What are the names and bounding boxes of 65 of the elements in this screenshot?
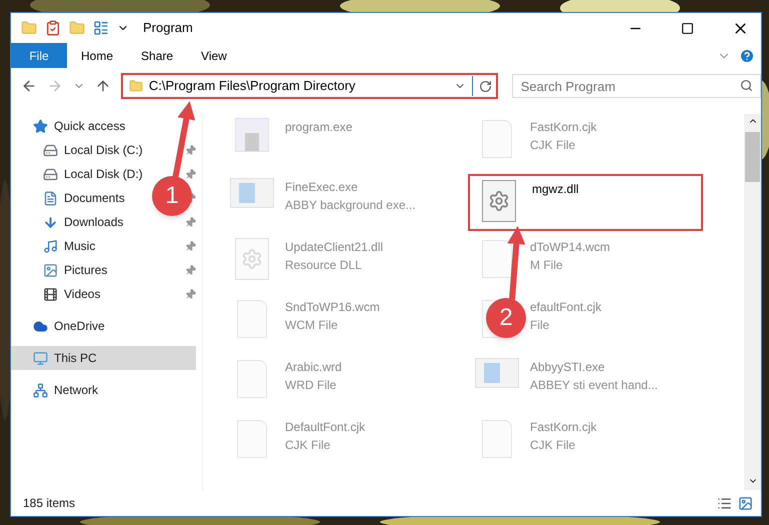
sidebar-item[interactable]: Pictures (11, 258, 112, 282)
file-icon (482, 120, 512, 158)
star-icon (33, 118, 48, 134)
file-type: ABBEY sti event hand... (530, 377, 658, 394)
sidebar-item[interactable]: Local Disk (D:) (11, 162, 147, 186)
folder-icon (128, 79, 143, 93)
file-type: File (530, 317, 550, 334)
scrollbar[interactable] (744, 114, 761, 490)
drive-icon (43, 142, 58, 158)
monitor-icon (33, 350, 48, 366)
settings-file-icon (235, 238, 269, 280)
file-type: M File (530, 257, 563, 274)
ribbon-tab[interactable]: Home (67, 43, 128, 68)
search-icon[interactable] (740, 79, 754, 92)
large-icons-view-icon[interactable] (738, 496, 753, 510)
ribbon-tab[interactable]: View (187, 43, 241, 68)
music-icon (43, 238, 58, 254)
film-icon (43, 286, 58, 302)
file-icon (237, 360, 267, 398)
sidebar-item[interactable]: OneDrive (11, 314, 109, 338)
window-icon (475, 358, 519, 388)
file-type: CJK File (530, 137, 576, 154)
file-icon (237, 300, 267, 338)
properties-icon[interactable] (45, 20, 61, 36)
sidebar-item[interactable]: Videos (11, 282, 104, 306)
file-type: CJK File (285, 437, 330, 454)
settings-file-icon (482, 180, 516, 222)
file-name[interactable]: mgwz.dll (532, 180, 579, 198)
sidebar-item[interactable]: Documents (11, 186, 129, 210)
file-type: ABBY background exe... (285, 197, 416, 214)
picture-icon (43, 262, 58, 278)
sidebar-item[interactable]: Music (11, 234, 100, 258)
sidebar-item[interactable]: Network (11, 378, 102, 402)
file-icon (482, 240, 512, 278)
refresh-icon[interactable] (478, 80, 492, 92)
window-icon (230, 178, 274, 208)
network-icon (33, 382, 48, 398)
sidebar-item[interactable]: Quick access (11, 114, 130, 138)
view-icon[interactable] (93, 20, 109, 36)
file-type: WRD File (285, 377, 336, 394)
document-icon (43, 190, 58, 206)
details-view-icon[interactable] (717, 496, 732, 510)
ribbon-tab[interactable]: Share (127, 43, 188, 68)
drive-icon (43, 166, 58, 182)
search-field[interactable]: Search Program (512, 74, 762, 98)
sidebar-item[interactable]: This PC (11, 346, 196, 370)
up-icon[interactable] (94, 78, 111, 94)
address-field[interactable]: C:\Program Files\Program Directory (120, 73, 498, 99)
file-type: WCM File (285, 317, 338, 334)
sidebar-item[interactable]: Downloads (11, 210, 128, 234)
help-icon[interactable] (739, 48, 755, 64)
cloud-icon (33, 318, 48, 334)
file-icon (482, 420, 512, 458)
scroll-thumb[interactable] (745, 132, 760, 182)
file-type: Resource DLL (285, 257, 362, 274)
back-icon[interactable] (21, 78, 37, 94)
item-count: 185 items (23, 495, 76, 512)
window-title: Program (143, 19, 193, 38)
application-icon (235, 118, 269, 152)
maximize-icon[interactable] (681, 22, 694, 34)
file-type: CJK File (530, 437, 576, 454)
sidebar-item[interactable]: Local Disk (C:) (11, 138, 147, 162)
ribbon-tab[interactable]: File (11, 43, 67, 68)
download-icon (43, 214, 58, 230)
file-icon (237, 420, 267, 458)
